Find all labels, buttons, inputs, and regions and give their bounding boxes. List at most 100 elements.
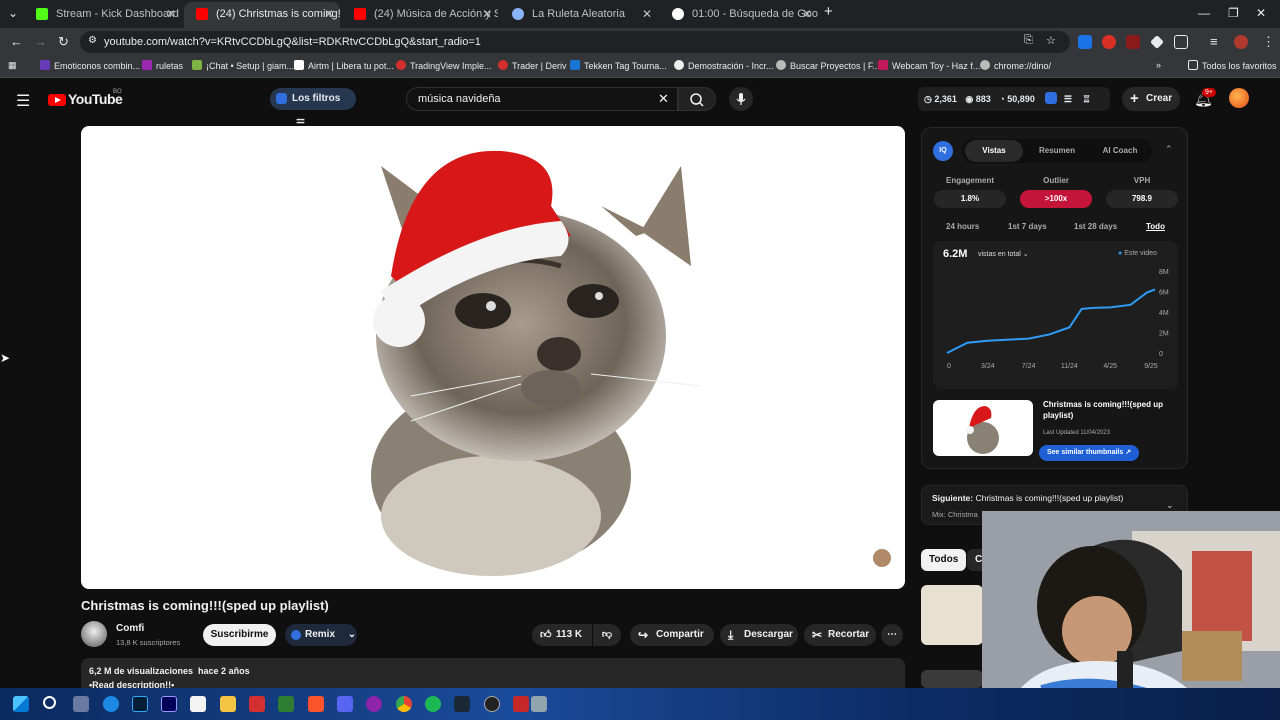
close-icon[interactable]: ✕ (166, 2, 176, 26)
channel-name[interactable]: Comfi (116, 623, 144, 634)
bookmark-item[interactable]: ¡Chat • Setup | giam... (192, 60, 294, 71)
obs-icon[interactable] (484, 696, 500, 712)
close-icon[interactable]: ✕ (482, 2, 492, 26)
extension-icon[interactable] (1102, 35, 1116, 49)
views-dropdown[interactable]: vistas en total ⌄ (978, 250, 1029, 258)
discord-icon[interactable] (337, 696, 353, 712)
pdf-icon[interactable] (513, 696, 529, 712)
close-icon[interactable]: ✕ (802, 2, 812, 26)
url-text[interactable]: youtube.com/watch?v=KRtvCCDbLgQ&list=RDK… (104, 36, 481, 48)
window-close-icon[interactable]: ✕ (1256, 6, 1266, 20)
bookmark-star-icon[interactable]: ☆ (1046, 34, 1056, 47)
dislike-button[interactable]: 👎︎ (593, 624, 621, 646)
restore-icon[interactable]: ❐ (1228, 6, 1239, 20)
install-icon[interactable]: ⎘ (1024, 34, 1033, 47)
recommended-thumbnail[interactable] (921, 585, 983, 645)
range-all[interactable]: Todo (1146, 222, 1165, 231)
site-info-icon[interactable]: ⚙ (88, 35, 97, 46)
create-button[interactable]: + Crear (1122, 87, 1180, 111)
premiere-icon[interactable] (161, 696, 177, 712)
like-button[interactable]: 👍︎ 113 K (532, 624, 592, 646)
new-tab-icon[interactable]: + (824, 3, 833, 20)
puzzle-icon[interactable] (1174, 35, 1188, 49)
search-icon[interactable] (43, 696, 56, 709)
filters-button[interactable]: Los filtros ⚌ (270, 88, 356, 126)
bookmark-item[interactable]: chrome://dino/ (980, 60, 1051, 71)
bookmark-item[interactable]: Demostración - Incr... (674, 60, 774, 71)
tab-google[interactable]: 01:00 - Búsqueda de Google ✕ (660, 2, 818, 28)
extension-icon[interactable] (1078, 35, 1092, 49)
range-7d[interactable]: 1st 7 days (1008, 222, 1047, 231)
spotify-icon[interactable] (425, 696, 441, 712)
range-24h[interactable]: 24 hours (946, 222, 979, 231)
bookmark-item[interactable]: Tekken Tag Tourna... (570, 60, 667, 71)
app-icon[interactable] (531, 696, 547, 712)
tab-resumen[interactable]: Resumen (1026, 140, 1088, 162)
app-icon[interactable] (249, 696, 265, 712)
windows-start-icon[interactable] (13, 696, 29, 712)
bookmark-item[interactable]: Webcam Toy - Haz f... (878, 60, 980, 71)
youtube-logo-icon[interactable] (48, 94, 66, 106)
forward-icon[interactable]: → (34, 34, 47, 49)
address-bar[interactable]: ⚙ youtube.com/watch?v=KRtvCCDbLgQ&list=R… (80, 31, 1070, 53)
remix-button[interactable]: Remix ⌄ (285, 624, 357, 646)
subscribe-button[interactable]: Suscribirme (203, 624, 276, 646)
tab-ruleta[interactable]: La Ruleta Aleatoria ✕ (500, 2, 658, 28)
profile-avatar[interactable] (1234, 35, 1248, 49)
app-icon[interactable] (366, 696, 382, 712)
channel-stats-widget[interactable]: ◷ 2,361 ◉ 883 ◔ 50,890 ☰ ♖ (918, 87, 1110, 111)
extension-icon[interactable] (1150, 35, 1164, 49)
folder-icon[interactable] (220, 696, 236, 712)
search-value[interactable]: música navideña (418, 93, 501, 105)
bookmark-item[interactable]: Trader | Deriv (498, 60, 567, 71)
chip-todos[interactable]: Todos (921, 549, 967, 571)
search-button[interactable] (678, 87, 716, 111)
clear-search-icon[interactable]: ✕ (658, 91, 669, 107)
photoshop-icon[interactable] (132, 696, 148, 712)
tab-christmas[interactable]: (24) Christmas is coming!!!(spe ✕ (184, 2, 340, 28)
user-avatar[interactable] (1229, 88, 1249, 108)
close-icon[interactable]: ✕ (642, 2, 652, 26)
collapse-icon[interactable]: ⌃ (1165, 144, 1173, 155)
all-bookmarks[interactable]: Todos los favoritos (1188, 60, 1277, 71)
voice-search-button[interactable] (729, 87, 753, 111)
clip-button[interactable]: ✂ Recortar (804, 624, 876, 646)
download-button[interactable]: ⤓ Descargar (720, 624, 798, 646)
similar-thumbnail[interactable] (933, 400, 1033, 456)
hamburger-icon[interactable]: ☰ (16, 91, 30, 111)
extension-icon[interactable] (1126, 35, 1140, 49)
bookmark-item[interactable]: ruletas (142, 60, 183, 71)
close-icon[interactable]: ✕ (324, 2, 334, 26)
menu-icon[interactable]: ⋮ (1262, 34, 1275, 50)
tab-vistas[interactable]: Vistas (965, 140, 1023, 162)
see-similar-button[interactable]: See similar thumbnails ↗ (1039, 445, 1140, 461)
minecraft-icon[interactable] (278, 696, 294, 712)
channel-avatar[interactable] (81, 621, 107, 647)
recommended-thumbnail[interactable] (921, 670, 983, 688)
brave-icon[interactable] (308, 696, 324, 712)
badge-icon[interactable]: ♖ (1082, 94, 1090, 104)
chrome-icon[interactable] (396, 696, 412, 712)
reload-icon[interactable]: ↻ (58, 34, 69, 50)
media-icon[interactable]: ≡ (1210, 34, 1218, 49)
back-icon[interactable]: ← (10, 34, 23, 49)
expand-icon[interactable]: ⌄ (1166, 500, 1174, 511)
store-icon[interactable] (190, 696, 206, 712)
bookmark-item[interactable]: Emoticonos combin... (40, 60, 140, 71)
widgets-icon[interactable] (73, 696, 89, 712)
more-actions-button[interactable]: ⋯ (881, 624, 903, 646)
tab-ai-coach[interactable]: AI Coach (1090, 140, 1150, 162)
minimize-icon[interactable]: — (1198, 6, 1210, 20)
steam-icon[interactable] (454, 696, 470, 712)
bookmark-item[interactable]: Buscar Proyectos | F... (776, 60, 880, 71)
tab-search-icon[interactable]: ⌄ (8, 6, 18, 20)
share-button[interactable]: ↪ Compartir (630, 624, 714, 646)
edge-icon[interactable] (103, 696, 119, 712)
video-player[interactable] (81, 126, 905, 589)
range-28d[interactable]: 1st 28 days (1074, 222, 1117, 231)
tab-musica[interactable]: (24) Música de Acción y Suspe ✕ (342, 2, 498, 28)
tab-kick[interactable]: Stream - Kick Dashboard ✕ (24, 2, 182, 28)
more-bookmarks-icon[interactable]: » (1156, 60, 1161, 70)
bookmark-item[interactable]: TradingView Imple... (396, 60, 492, 71)
apps-icon[interactable]: ▦ (8, 60, 17, 71)
